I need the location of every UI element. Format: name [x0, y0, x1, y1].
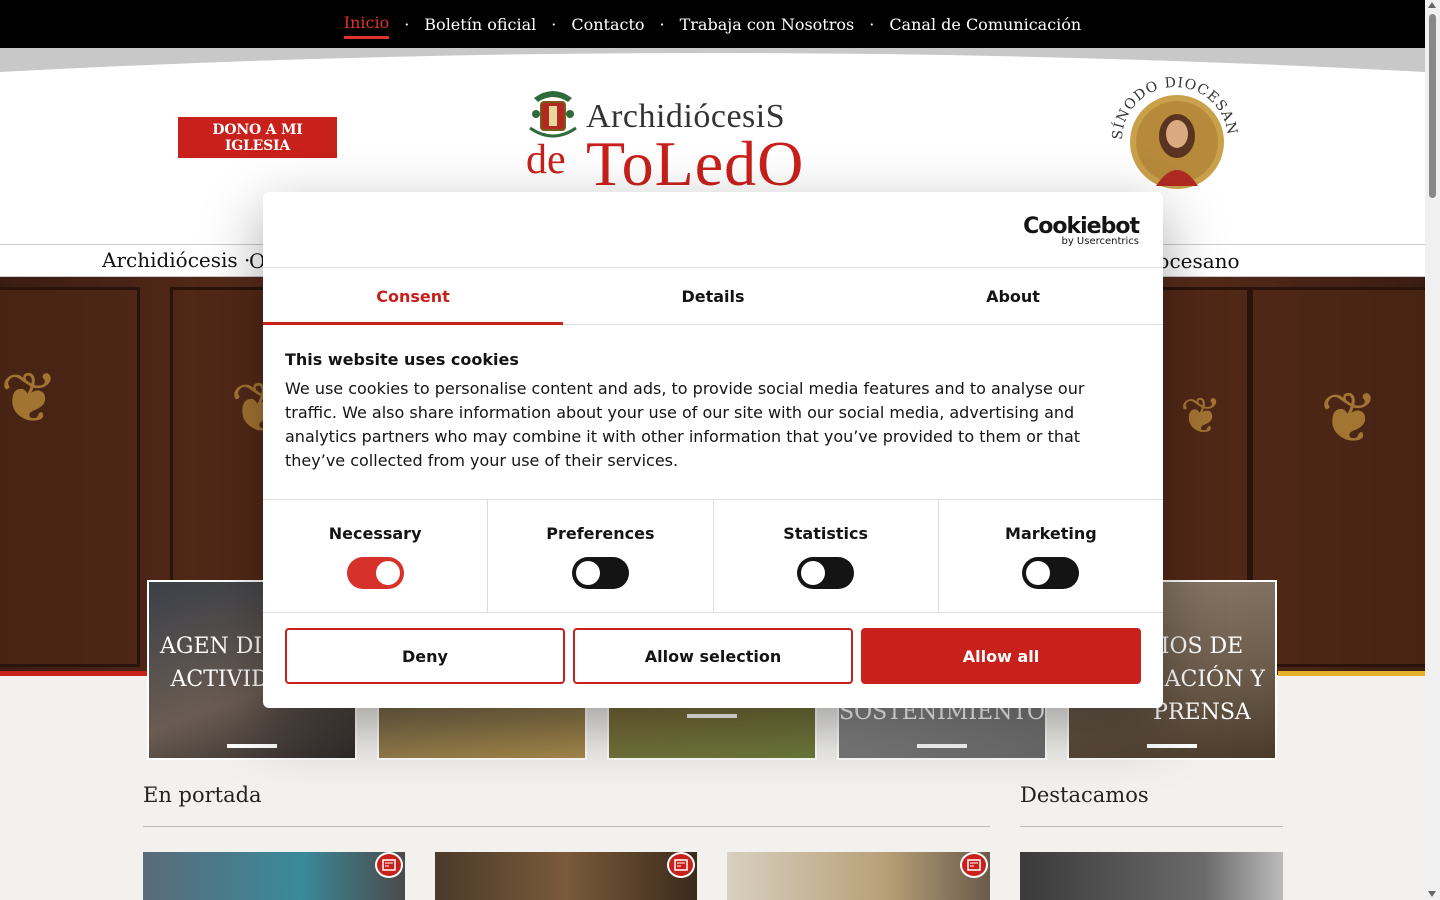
coat-of-arms-icon: [529, 91, 577, 138]
marketing-switch[interactable]: [1022, 557, 1080, 589]
cookie-body: This website uses cookies We use cookies…: [285, 350, 1141, 473]
archdiocese-logo[interactable]: ArchidiócesiS de ToLedO: [524, 88, 834, 196]
scrollbar-thumb[interactable]: [1429, 14, 1436, 198]
tab-consent[interactable]: Consent: [263, 268, 563, 325]
news-icon: [667, 852, 695, 878]
toggle-group-necessary: Necessary: [263, 500, 489, 612]
deny-button[interactable]: Deny: [285, 628, 565, 684]
cookie-heading: This website uses cookies: [285, 350, 519, 369]
allow-selection-button[interactable]: Allow selection: [573, 628, 853, 684]
switch-knob: [1026, 561, 1051, 585]
logo-word-de: de: [526, 137, 566, 183]
necessary-switch[interactable]: [346, 557, 404, 589]
toggle-label: Preferences: [546, 524, 655, 543]
hero-stripe-red: [0, 671, 150, 676]
section-title-destacamos: Destacamos: [1020, 783, 1149, 807]
news-thumb[interactable]: [727, 852, 990, 900]
cookie-tabs: Consent Details About: [263, 268, 1163, 325]
cookie-description: We use cookies to personalise content an…: [285, 379, 1085, 470]
gold-ornament-icon: ❦: [1180, 387, 1222, 445]
switch-knob: [801, 561, 826, 585]
scroll-down-icon[interactable]: [1428, 891, 1436, 897]
main-nav-sinodo-diocesano[interactable]: iocesano: [1151, 249, 1240, 273]
statistics-switch[interactable]: [797, 557, 855, 589]
top-nav-trabaja[interactable]: Trabaja con Nosotros: [680, 11, 855, 38]
top-nav-boletin[interactable]: Boletín oficial: [424, 11, 536, 38]
card-indicator: [227, 744, 277, 748]
cookie-consent-dialog: Cookiebot by Usercentrics Consent Detail…: [263, 192, 1163, 708]
hero-stripe-gold: [1278, 671, 1425, 676]
card-indicator: [687, 714, 737, 718]
card-indicator: [1147, 744, 1197, 748]
card-indicator: [917, 744, 967, 748]
news-icon: [375, 852, 403, 878]
tab-details[interactable]: Details: [563, 268, 863, 324]
top-nav-canal[interactable]: Canal de Comunicación: [889, 11, 1081, 38]
page-scrollbar[interactable]: [1425, 0, 1440, 900]
toggle-label: Necessary: [328, 524, 422, 543]
news-icon: [960, 852, 988, 878]
top-nav: Inicio · Boletín oficial · Contacto · Tr…: [343, 9, 1081, 39]
cookiebot-logo[interactable]: Cookiebot by Usercentrics: [1023, 214, 1140, 247]
gold-ornament-icon: ❦: [0, 357, 59, 439]
switch-knob: [575, 561, 600, 585]
top-nav-contacto[interactable]: Contacto: [571, 11, 644, 38]
toggle-group-statistics: Statistics: [714, 500, 939, 612]
header-arc-decoration: [0, 48, 1425, 72]
toggle-label: Statistics: [783, 524, 868, 543]
hero-wood-panel: [0, 287, 140, 667]
scroll-up-icon[interactable]: [1428, 2, 1436, 8]
preferences-switch[interactable]: [571, 557, 629, 589]
allow-all-button[interactable]: Allow all: [861, 628, 1141, 684]
top-bar: Inicio · Boletín oficial · Contacto · Tr…: [0, 0, 1425, 48]
toggle-label: Marketing: [1005, 524, 1097, 543]
news-thumb[interactable]: [143, 852, 405, 900]
section-divider: [143, 826, 990, 827]
top-nav-inicio[interactable]: Inicio: [343, 9, 390, 39]
top-nav-separator: ·: [404, 14, 410, 34]
sinodo-diocesano-logo[interactable]: SÍNODO DIOCESANO: [1110, 76, 1240, 196]
tab-about[interactable]: About: [863, 268, 1163, 324]
featured-thumb[interactable]: [1020, 852, 1283, 900]
top-nav-separator: ·: [659, 14, 665, 34]
cookie-category-toggles: Necessary Preferences Statistics Marketi…: [263, 499, 1163, 613]
toggle-group-preferences: Preferences: [488, 500, 714, 612]
cookie-dialog-header: Cookiebot by Usercentrics: [263, 192, 1163, 268]
top-nav-separator: ·: [551, 14, 557, 34]
news-thumb[interactable]: [435, 852, 697, 900]
gold-ornament-icon: ❦: [1320, 377, 1379, 459]
toggle-group-marketing: Marketing: [939, 500, 1163, 612]
switch-knob: [375, 561, 400, 585]
cookie-actions: Deny Allow selection Allow all: [285, 628, 1141, 684]
top-nav-separator: ·: [869, 14, 875, 34]
logo-word-toledo: ToLedO: [586, 128, 805, 199]
section-divider: [1020, 826, 1283, 827]
main-nav-archidiocesis[interactable]: Archidiócesis ·: [102, 248, 250, 272]
section-title-en-portada: En portada: [143, 783, 262, 807]
donate-button[interactable]: DONO A MI IGLESIA: [178, 117, 337, 158]
